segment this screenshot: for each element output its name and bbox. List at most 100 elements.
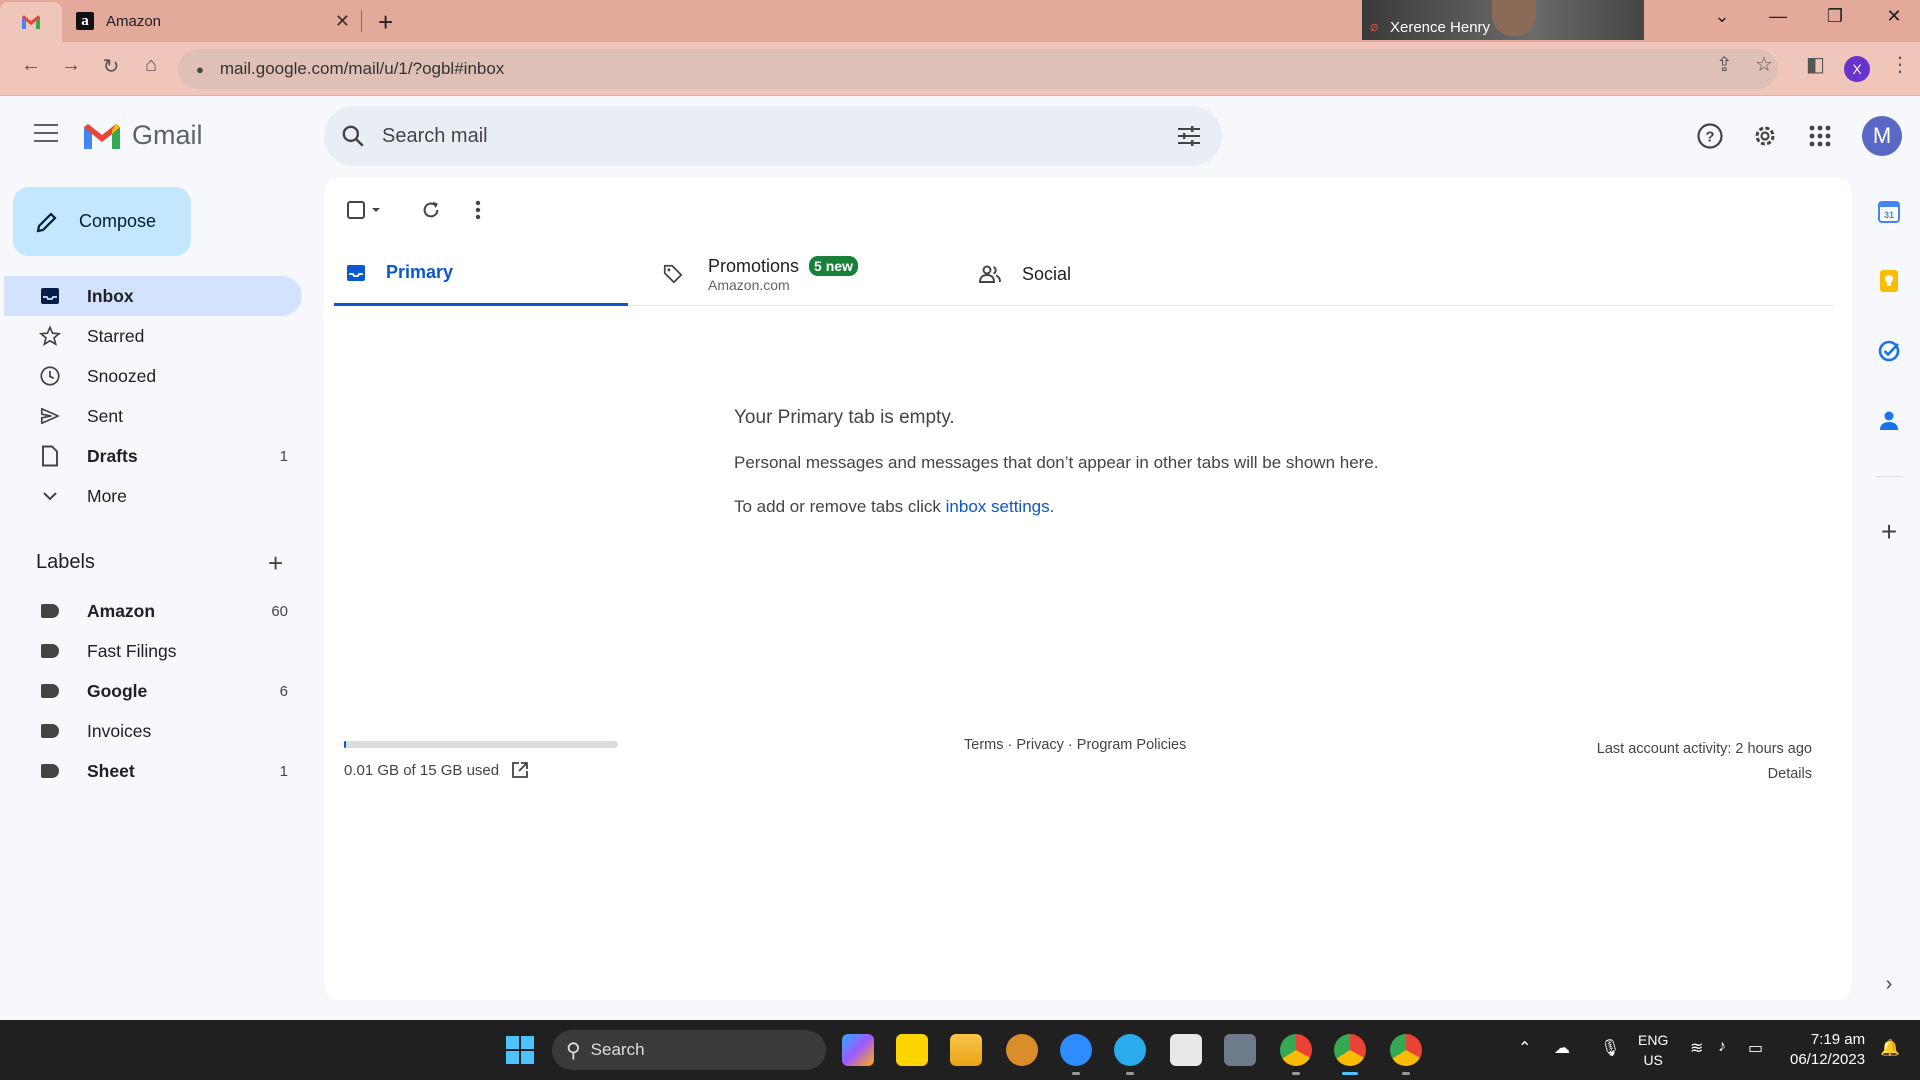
label-name: Sheet [87,760,135,781]
microphone-icon[interactable]: 🎙 [1600,1038,1620,1058]
tab-primary[interactable]: Primary [334,242,628,306]
windows-taskbar: ⚲ Search ⌃ ☁ 🎙 ENG US ≋ ♪ ▭ 7:19 am 06/1… [0,1020,1920,1080]
start-button[interactable] [504,1034,536,1066]
tab-amazon[interactable]: a Amazon ✕ [66,0,358,42]
onedrive-icon[interactable]: ☁ [1554,1038,1570,1058]
inbox-settings-link[interactable]: inbox settings [946,497,1050,516]
close-window-button[interactable]: ✕ [1874,6,1914,27]
label-icon [38,759,62,783]
nav-snoozed[interactable]: Snoozed [4,356,302,396]
notification-bell-icon[interactable]: 🔔 [1880,1038,1900,1058]
search-bar[interactable] [324,106,1222,166]
telegram-icon[interactable] [1114,1034,1146,1066]
add-label-button[interactable]: + [268,548,283,579]
file-explorer-icon[interactable] [950,1034,982,1066]
keep-icon[interactable] [1876,268,1902,294]
search-options-icon[interactable] [1176,124,1202,148]
account-activity: Last account activity: 2 hours ago Detai… [1597,737,1812,787]
nav-label: More [87,485,127,506]
browser-menu-icon[interactable]: ⋮ [1890,52,1910,77]
chrome-icon[interactable] [1280,1034,1312,1066]
main-menu-icon[interactable] [34,124,58,148]
share-icon[interactable]: ⇪ [1716,52,1733,77]
nav-label: Starred [87,325,145,346]
browser-profile-avatar[interactable]: X [1844,56,1870,82]
nav-inbox[interactable]: Inbox [4,276,302,316]
language-indicator[interactable]: ENG US [1638,1030,1668,1070]
close-tab-icon[interactable]: ✕ [335,11,350,32]
external-link-icon[interactable] [511,761,529,779]
copilot-icon[interactable] [842,1034,874,1066]
google-apps-icon[interactable] [1804,120,1836,152]
forward-button[interactable]: → [56,54,86,77]
nav-label: Drafts [87,445,138,466]
account-avatar[interactable]: M [1862,116,1902,156]
taskbar-search[interactable]: ⚲ Search [552,1030,826,1070]
select-all-checkbox[interactable] [346,199,386,228]
chrome-profile-icon[interactable] [1390,1034,1422,1066]
sticky-notes-icon[interactable] [896,1034,928,1066]
snipping-tool-icon[interactable] [1170,1034,1202,1066]
gmail-logo[interactable]: Gmail [82,120,203,151]
label-amazon[interactable]: Amazon 60 [4,591,302,631]
battery-icon[interactable]: ▭ [1748,1038,1763,1058]
nav-sent[interactable]: Sent [4,396,302,436]
running-indicator [1292,1072,1300,1075]
home-button[interactable]: ⌂ [136,54,166,77]
show-hidden-icons[interactable]: ⌃ [1518,1038,1531,1058]
settings-gear-icon[interactable] [1749,120,1781,152]
svg-text:31: 31 [1884,210,1894,220]
nav-more[interactable]: More [4,476,302,516]
help-icon[interactable]: ? [1694,120,1726,152]
refresh-icon[interactable] [420,199,442,226]
tab-search-icon[interactable]: ⌄ [1702,6,1742,27]
compose-button[interactable]: Compose [13,187,191,256]
system-clock[interactable]: 7:19 am 06/12/2023 [1790,1030,1865,1070]
reload-button[interactable]: ↻ [96,54,126,79]
video-call-tile[interactable]: ⌀ Xerence Henry [1362,0,1644,40]
new-tab-button[interactable]: + [378,7,393,38]
hide-side-panel-icon[interactable]: › [1876,971,1902,997]
app-icon[interactable] [1006,1034,1038,1066]
get-addons-icon[interactable]: + [1876,516,1902,547]
compose-label: Compose [79,211,157,231]
search-input[interactable] [382,124,1142,148]
tasks-icon[interactable] [1876,338,1902,364]
label-sheet[interactable]: Sheet 1 [4,751,302,791]
label-invoices[interactable]: Invoices [4,711,302,751]
calculator-icon[interactable] [1224,1034,1256,1066]
address-bar[interactable]: ● mail.google.com/mail/u/1/?ogbl#inbox [178,49,1778,89]
label-google[interactable]: Google 6 [4,671,302,711]
wifi-icon[interactable]: ≋ [1690,1038,1703,1058]
activity-details-link[interactable]: Details [1597,762,1812,787]
contacts-icon[interactable] [1876,408,1902,434]
label-fast-filings[interactable]: Fast Filings [4,631,302,671]
bookmark-star-icon[interactable]: ☆ [1755,52,1773,77]
minimize-button[interactable]: — [1758,6,1798,27]
restore-button[interactable]: ❐ [1815,6,1855,27]
search-icon: ⚲ [566,1039,581,1062]
zoom-icon[interactable] [1060,1034,1092,1066]
side-panel-icon[interactable]: ◧ [1806,52,1825,77]
storage-usage-bar [344,741,618,748]
chrome-profile-x-icon[interactable] [1334,1034,1366,1066]
gmail-icon [22,15,40,29]
calendar-icon[interactable]: 31 [1876,199,1902,225]
tab-promotions[interactable]: Promotions 5 new Amazon.com [650,242,944,306]
volume-icon[interactable]: ♪ [1718,1038,1726,1056]
url-text: mail.google.com/mail/u/1/?ogbl#inbox [219,59,505,78]
policy-links[interactable]: Terms · Privacy · Program Policies [964,737,1186,753]
search-icon[interactable] [340,123,366,149]
language-code: ENG [1638,1032,1669,1048]
nav-drafts[interactable]: Drafts 1 [4,436,302,476]
tab-gmail[interactable] [0,2,62,42]
running-indicator [1402,1072,1410,1075]
back-button[interactable]: ← [16,54,46,77]
lock-icon[interactable]: ● [196,62,204,77]
tab-label: Promotions [708,255,800,276]
tab-social[interactable]: Social [966,242,1260,306]
more-options-icon[interactable] [474,199,482,226]
tag-icon [663,264,683,284]
tab-label: Primary [386,262,454,282]
nav-starred[interactable]: Starred [4,316,302,356]
